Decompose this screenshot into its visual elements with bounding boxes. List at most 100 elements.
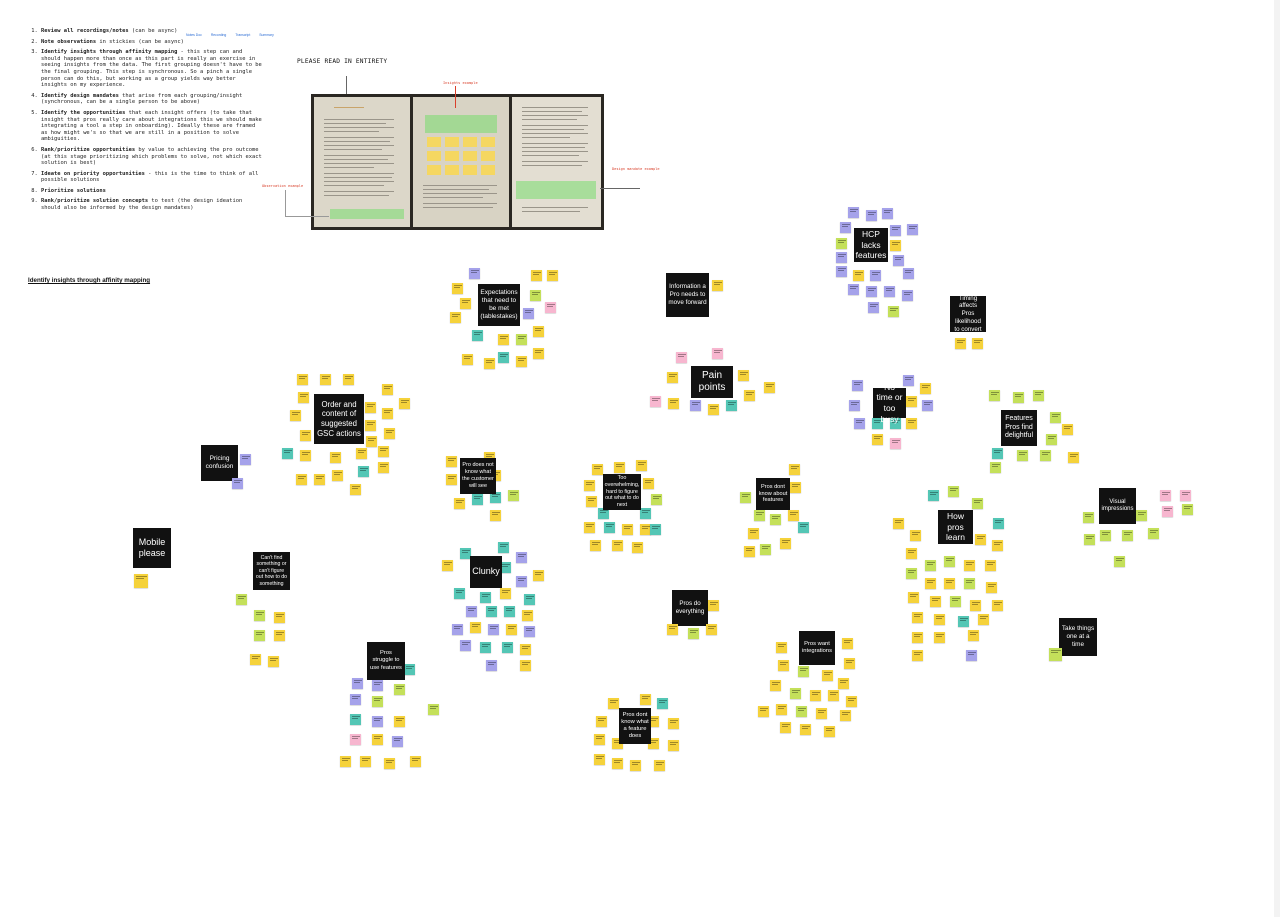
- sticky-note[interactable]: [590, 540, 601, 551]
- sticky-note[interactable]: [955, 338, 966, 349]
- sticky-note[interactable]: [925, 560, 936, 571]
- sticky-note[interactable]: [1162, 506, 1173, 517]
- sticky-note[interactable]: [930, 596, 941, 607]
- sticky-note[interactable]: [1033, 390, 1044, 401]
- sticky-note[interactable]: [657, 698, 668, 709]
- sticky-note[interactable]: [712, 280, 723, 291]
- sticky-note[interactable]: [798, 522, 809, 533]
- sticky-note[interactable]: [596, 716, 607, 727]
- sticky-note[interactable]: [498, 334, 509, 345]
- sticky-note[interactable]: [320, 374, 331, 385]
- sticky-note[interactable]: [668, 740, 679, 751]
- sticky-note[interactable]: [1083, 512, 1094, 523]
- sticky-note[interactable]: [314, 474, 325, 485]
- sticky-note[interactable]: [274, 612, 285, 623]
- sticky-note[interactable]: [530, 290, 541, 301]
- sticky-note[interactable]: [708, 404, 719, 415]
- sticky-note[interactable]: [906, 568, 917, 579]
- sticky-note[interactable]: [358, 466, 369, 477]
- sticky-note[interactable]: [651, 494, 662, 505]
- sticky-note[interactable]: [706, 624, 717, 635]
- sticky-note[interactable]: [378, 446, 389, 457]
- sticky-note[interactable]: [524, 626, 535, 637]
- sticky-note[interactable]: [290, 410, 301, 421]
- sticky-note[interactable]: [1180, 490, 1191, 501]
- sticky-note[interactable]: [668, 718, 679, 729]
- sticky-note[interactable]: [446, 456, 457, 467]
- sticky-note[interactable]: [944, 578, 955, 589]
- sticky-note[interactable]: [399, 398, 410, 409]
- sticky-note[interactable]: [1084, 534, 1095, 545]
- sticky-note[interactable]: [822, 670, 833, 681]
- sticky-note[interactable]: [846, 696, 857, 707]
- book-photo[interactable]: [311, 94, 604, 230]
- sticky-note[interactable]: [516, 334, 527, 345]
- sticky-note[interactable]: [332, 470, 343, 481]
- sticky-note[interactable]: [948, 486, 959, 497]
- sticky-note[interactable]: [340, 756, 351, 767]
- sticky-note[interactable]: [848, 207, 859, 218]
- sticky-note[interactable]: [934, 632, 945, 643]
- sticky-note[interactable]: [840, 222, 851, 233]
- sticky-note[interactable]: [906, 396, 917, 407]
- sticky-note[interactable]: [790, 688, 801, 699]
- sticky-note[interactable]: [667, 372, 678, 383]
- sticky-note[interactable]: [950, 596, 961, 607]
- sticky-note[interactable]: [250, 654, 261, 665]
- sticky-note[interactable]: [300, 430, 311, 441]
- sticky-note[interactable]: [866, 210, 877, 221]
- sticky-note[interactable]: [410, 756, 421, 767]
- sticky-note[interactable]: [1062, 424, 1073, 435]
- sticky-note[interactable]: [498, 542, 509, 553]
- sticky-note[interactable]: [452, 283, 463, 294]
- sticky-note[interactable]: [920, 383, 931, 394]
- sticky-note[interactable]: [382, 384, 393, 395]
- sticky-note[interactable]: [912, 632, 923, 643]
- right-scrollbar[interactable]: [1274, 0, 1280, 917]
- sticky-note[interactable]: [676, 352, 687, 363]
- sticky-note[interactable]: [1148, 528, 1159, 539]
- sticky-note[interactable]: [990, 462, 1001, 473]
- sticky-note[interactable]: [966, 650, 977, 661]
- sticky-note[interactable]: [992, 448, 1003, 459]
- sticky-note[interactable]: [500, 588, 511, 599]
- sticky-note[interactable]: [452, 624, 463, 635]
- sticky-note[interactable]: [789, 464, 800, 475]
- sticky-note[interactable]: [934, 614, 945, 625]
- sticky-note[interactable]: [870, 270, 881, 281]
- sticky-note[interactable]: [760, 544, 771, 555]
- sticky-note[interactable]: [486, 660, 497, 671]
- sticky-note[interactable]: [650, 396, 661, 407]
- sticky-note[interactable]: [816, 708, 827, 719]
- sticky-note[interactable]: [460, 640, 471, 651]
- sticky-note[interactable]: [922, 400, 933, 411]
- sticky-note[interactable]: [780, 722, 791, 733]
- sticky-note[interactable]: [882, 208, 893, 219]
- sticky-note[interactable]: [866, 286, 877, 297]
- sticky-note[interactable]: [350, 734, 361, 745]
- sticky-note[interactable]: [1182, 504, 1193, 515]
- sticky-note[interactable]: [472, 330, 483, 341]
- sticky-note[interactable]: [498, 352, 509, 363]
- sticky-note[interactable]: [726, 400, 737, 411]
- sticky-note[interactable]: [394, 716, 405, 727]
- sticky-note[interactable]: [740, 492, 751, 503]
- sticky-note[interactable]: [372, 680, 383, 691]
- sticky-note[interactable]: [516, 552, 527, 563]
- sticky-note[interactable]: [972, 338, 983, 349]
- sticky-note[interactable]: [989, 390, 1000, 401]
- sticky-note[interactable]: [650, 524, 661, 535]
- sticky-note[interactable]: [744, 546, 755, 557]
- sticky-note[interactable]: [516, 576, 527, 587]
- sticky-note[interactable]: [712, 348, 723, 359]
- sticky-note[interactable]: [488, 624, 499, 635]
- sticky-note[interactable]: [640, 508, 651, 519]
- sticky-note[interactable]: [630, 760, 641, 771]
- sticky-note[interactable]: [254, 610, 265, 621]
- sticky-note[interactable]: [520, 644, 531, 655]
- sticky-note[interactable]: [992, 600, 1003, 611]
- sticky-note[interactable]: [902, 290, 913, 301]
- sticky-note[interactable]: [516, 356, 527, 367]
- transcript-link[interactable]: Transcript: [235, 33, 250, 37]
- sticky-note[interactable]: [1160, 490, 1171, 501]
